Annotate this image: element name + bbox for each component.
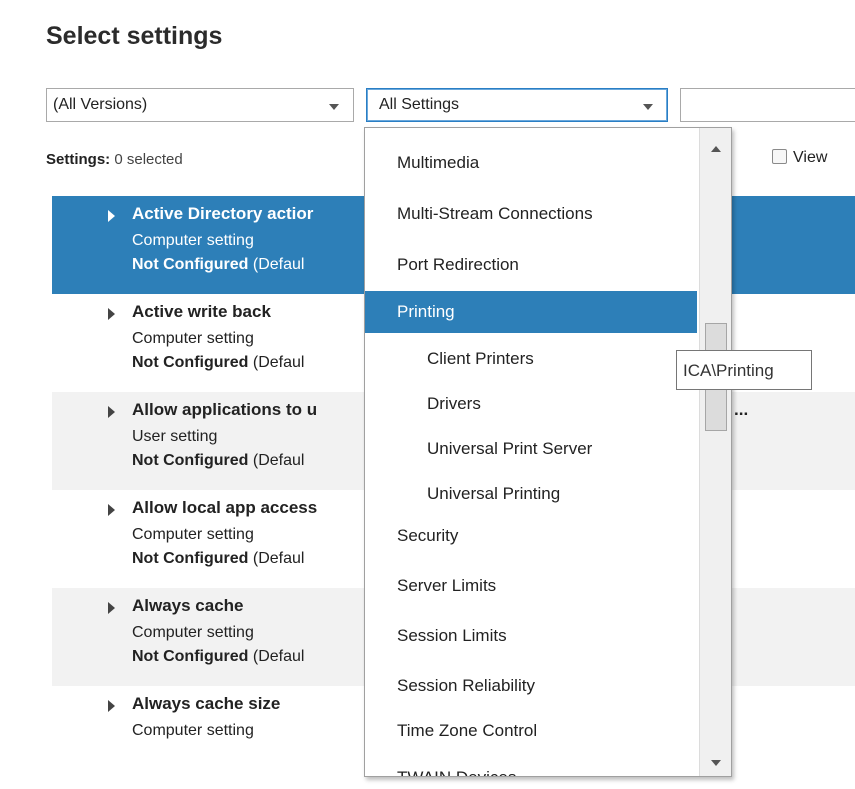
setting-state: Not Configured (Defaul [132,550,304,568]
dropdown-item[interactable]: Session Reliability [365,663,697,709]
expand-arrow-icon[interactable] [108,602,115,614]
expand-arrow-icon[interactable] [108,210,115,222]
settings-count: Settings: 0 selected [46,151,183,168]
expand-arrow-icon[interactable] [108,406,115,418]
setting-scope: Computer setting [132,330,254,347]
dropdown-item[interactable]: Multi-Stream Connections [365,191,697,237]
chevron-down-icon [643,104,653,110]
setting-name: Active Directory actior [132,204,314,223]
overflow-ellipsis: ... [734,400,749,419]
view-toggle[interactable]: View [772,149,827,167]
dropdown-item-selected[interactable]: Printing [365,291,697,333]
setting-name: Active write back [132,302,271,321]
setting-state-value: Not Configured [132,256,249,273]
dropdown-item[interactable]: TWAIN Devices [365,755,697,776]
scroll-down-icon[interactable] [711,760,721,766]
expand-arrow-icon[interactable] [108,308,115,320]
version-select[interactable]: (All Versions) [46,88,354,122]
expand-arrow-icon[interactable] [108,504,115,516]
setting-name: Always cache [132,596,244,615]
category-select[interactable]: All Settings [366,88,668,122]
setting-state-suffix: (Defaul [252,648,305,665]
dropdown-scrollbar[interactable] [699,128,731,776]
setting-state-suffix: (Defaul [252,354,305,371]
chevron-down-icon [329,104,339,110]
dropdown-item[interactable]: Port Redirection [365,242,697,288]
view-toggle-label: View [793,149,828,166]
setting-scope: Computer setting [132,624,254,641]
category-dropdown-list: Multimedia Multi-Stream Connections Port… [364,127,732,777]
category-select-value: All Settings [379,96,460,113]
setting-state-value: Not Configured [132,354,249,371]
setting-scope: Computer setting [132,232,254,249]
setting-state-suffix: (Defaul [252,550,305,567]
expand-arrow-icon[interactable] [108,700,115,712]
setting-state: Not Configured (Defaul [132,452,304,470]
setting-state: Not Configured (Defaul [132,648,304,666]
setting-state-value: Not Configured [132,452,249,469]
search-input[interactable] [680,88,855,122]
dropdown-subitem[interactable]: Universal Printing [365,471,697,517]
setting-state-value: Not Configured [132,550,249,567]
path-tooltip: ICA\Printing [676,350,812,390]
dropdown-item[interactable]: Time Zone Control [365,708,697,754]
setting-name: Allow local app access [132,498,318,517]
setting-state-value: Not Configured [132,648,249,665]
settings-count-label: Settings: [46,151,111,168]
setting-state-suffix: (Defaul [252,256,305,273]
dropdown-item[interactable]: Session Limits [365,613,697,659]
dropdown-subitem[interactable]: Universal Print Server [365,426,697,472]
dropdown-item[interactable]: Server Limits [365,563,697,609]
view-checkbox[interactable] [772,149,787,164]
setting-name: Allow applications to u [132,400,318,419]
dropdown-item[interactable]: Multimedia [365,140,697,186]
settings-count-value: 0 selected [114,151,183,168]
setting-scope: Computer setting [132,722,254,739]
setting-state: Not Configured (Defaul [132,354,304,372]
dropdown-item[interactable]: Security [365,513,697,559]
setting-state: Not Configured (Defaul [132,256,304,274]
version-select-value: (All Versions) [53,96,148,113]
setting-scope: User setting [132,428,218,445]
page-title: Select settings [46,22,223,50]
setting-scope: Computer setting [132,526,254,543]
dropdown-subitem[interactable]: Client Printers [365,336,697,382]
scroll-up-icon[interactable] [711,146,721,152]
setting-name: Always cache size [132,694,281,713]
setting-state-suffix: (Defaul [252,452,305,469]
dropdown-subitem[interactable]: Drivers [365,381,697,427]
